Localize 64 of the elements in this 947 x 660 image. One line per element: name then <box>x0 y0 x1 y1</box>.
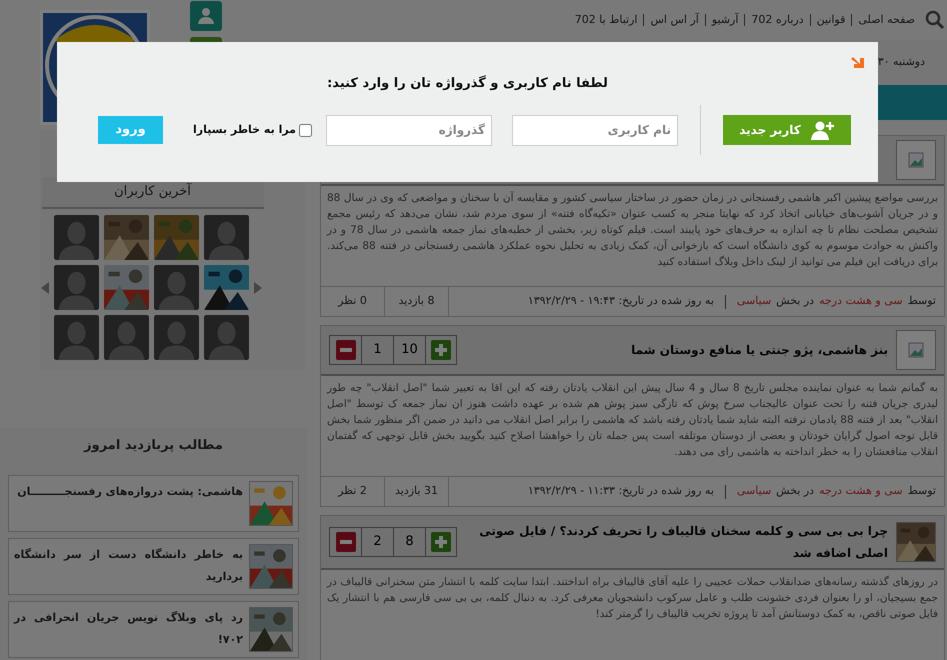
views-count: 31 بازدید <box>385 477 449 506</box>
new-user-button[interactable]: کاربر جدید <box>723 115 851 145</box>
date-text: دوشنبه ۳۰ <box>878 54 925 70</box>
updated-date: به روز شده در تاریخ: ۱۹:۴۳ - ۱۳۹۲/۲/۲۹ <box>528 293 714 310</box>
post-body-text: بررسی مواضع پیشین اکبر هاشمی رفسنجانی در زمان حضور در ساختار سیاسی کشور و مقایسه آن با سخنان و مواضعی که وی در سال 88 و در جریان آشوب‌های خیابانی اتخاذ کرد که نهایتا منجر به کسب عنوان «تکیه‌گاه فتنه» از سوی مردم شد، نشان می‌دهد که رئیس مجمع تشخیص مصلحت نظام تا چه اندازه به حرف‌های خود پایبند است. فیلم کوتاه زیر، بخشی از خطبه‌های نماز جمعه هاشمی در سال 78 و در واکنش به حوادث موسوم به کوی دانشگاه است که بازخوانی آن، کمک زیادی به تحلیل نحوه عملکرد هاشمی رفسنجانی در فتنه 88 می‌کند. برای دریافت این فیلم می توانید از لینک داخل وبلاگ استفاده کنید <box>327 190 938 270</box>
search-icon[interactable] <box>925 10 945 30</box>
updated-date: به روز شده در تاریخ: ۱۱:۳۳ - ۱۳۹۲/۲/۲۹ <box>528 483 714 500</box>
vote-count: 10 <box>394 336 426 364</box>
login-button[interactable]: ورود <box>98 116 163 144</box>
avatar-icon[interactable] <box>154 265 199 310</box>
post-title[interactable]: بنز هاشمی، پژو جنتی یا منافع دوستان شما <box>465 339 888 361</box>
section-link[interactable]: سیاسی <box>736 483 772 500</box>
author-label: توسط <box>908 293 936 310</box>
user-icon <box>196 6 216 26</box>
popular-item[interactable]: هاشمی: پشت دروازه‌های رفسنجـــــــــان <box>8 475 299 532</box>
plus-icon <box>431 532 451 552</box>
nav-link[interactable]: قوانین <box>816 12 846 28</box>
avatar-icon[interactable] <box>104 315 149 360</box>
avatar-icon[interactable] <box>204 215 249 260</box>
author-label: توسط <box>908 483 936 500</box>
remember-label: مرا به خاطر بسپارا <box>192 122 296 138</box>
comments-count[interactable]: 0 نظر <box>321 287 385 316</box>
section-header: مطالب پربازدید امروز <box>82 436 224 455</box>
vote-count: 1 <box>362 336 394 364</box>
popular-item[interactable]: رد پای وبلاگ نویس جریان انحرافی در ۷۰۲! <box>8 601 299 658</box>
nav-link[interactable]: درباره 702 <box>751 12 804 28</box>
username-field[interactable]: نام کاربری <box>512 114 678 146</box>
broken-image-icon <box>908 342 924 358</box>
popular-item[interactable]: به خاطر دانشگاه دست از سر دانشگاه بردارید <box>8 538 299 595</box>
section-link[interactable]: سیاسی <box>736 293 772 310</box>
author-link[interactable]: سی و هشت درجه <box>819 293 903 310</box>
plus-icon <box>431 340 451 360</box>
avatar-icon[interactable] <box>54 315 99 360</box>
post-body-text: به گمانم شما به عنوان نماینده مجلس تاریخ 8 سال و 4 سال پیش این انقلاب یادتان رفته که این اقا به تعبیر شما "اصل انقلاب" چه طور لیدری جریان فتنه را تحت عنوان عالیجناب سرخ پوش که تازگی سبز پوش هم شده بر عهده داشت هنوز ان نماز جمعه ک توسط "اصل انقلاب" بعد از فتنه 88 یادمان نرفته البته شاید شما یادتان رفته باشد که هاشمی را برابر اصل انقلاب می دانید در ضمن اگر منظور شما بخش قابل توجه اصول گرایان خودتان و بعضی از دوستان موتلفه است پس جمله تان را خواهشا اصلاح کنید بگویید بخش قابل توجهی که گفتمان انقلاب منافعشان را به خطر انداخته به هاشمی رای می دهند. <box>327 380 938 460</box>
popular-item-title: به خاطر دانشگاه دست از سر دانشگاه بردارید <box>14 547 243 585</box>
post-title[interactable]: چرا بی بی سی و کلمه سخنان قالیباف را تحریف کردند؟ / فایل صوتی اصلی اضافه شد <box>465 520 888 564</box>
dialog-title: لطفا نام کاربری و گذرواژه تان را وارد کنید: <box>327 74 608 92</box>
previous-arrow-icon[interactable] <box>40 280 50 294</box>
remember-checkbox[interactable] <box>299 124 312 136</box>
section-label: در بخش <box>776 483 814 500</box>
nav-link[interactable]: آرشیو <box>712 12 738 28</box>
broken-image-icon <box>908 152 924 168</box>
avatar-icon[interactable] <box>54 215 99 260</box>
add-user-icon <box>810 120 835 140</box>
password-field[interactable]: گذرواژه <box>326 114 492 146</box>
avatar-icon[interactable] <box>54 265 99 310</box>
avatar-icon[interactable] <box>204 315 249 360</box>
popular-item-title: رد پای وبلاگ نویس جریان انحرافی در ۷۰۲! <box>14 610 243 648</box>
popular-item-title: هاشمی: پشت دروازه‌های رفسنجـــــــــان <box>17 484 243 500</box>
views-count: 8 بازدید <box>385 287 449 316</box>
author-link[interactable]: سی و هشت درجه <box>819 483 903 500</box>
comments-count[interactable]: 2 نظر <box>321 477 385 506</box>
profile-button[interactable] <box>190 1 222 31</box>
minus-icon <box>336 532 356 552</box>
vote-count: 8 <box>394 528 426 556</box>
post-body-text: در روزهای گذشته رسانه‌های ضدانقلاب حملات عجیبی را علیه آقای قالیباف براه انداختند. ابتدا سایت کلمه با انتشار متن سخنرانی قالیباف در جمع بسیجیان، او را بعنوان فردی خشونت طلب و عامل سرکوب دانشجویان معرفی کرد. به دنبال کلمه، بی بی سی فارسی هم با انتشار یک فایل صوتی ناقص، به کمک دوستانش آمد تا پروژه تخریب قالیباف را گرمتر کند! <box>327 574 938 622</box>
minus-icon <box>336 340 356 360</box>
next-arrow-icon[interactable] <box>253 280 263 294</box>
vote-count: 2 <box>362 528 394 556</box>
nav-link[interactable]: ارتباط با 702 <box>574 12 638 28</box>
nav-link[interactable]: صفحه اصلی <box>858 12 915 28</box>
nav-link[interactable]: آر اس اس <box>650 12 699 28</box>
section-label: در بخش <box>776 293 814 310</box>
avatar-icon[interactable] <box>154 315 199 360</box>
